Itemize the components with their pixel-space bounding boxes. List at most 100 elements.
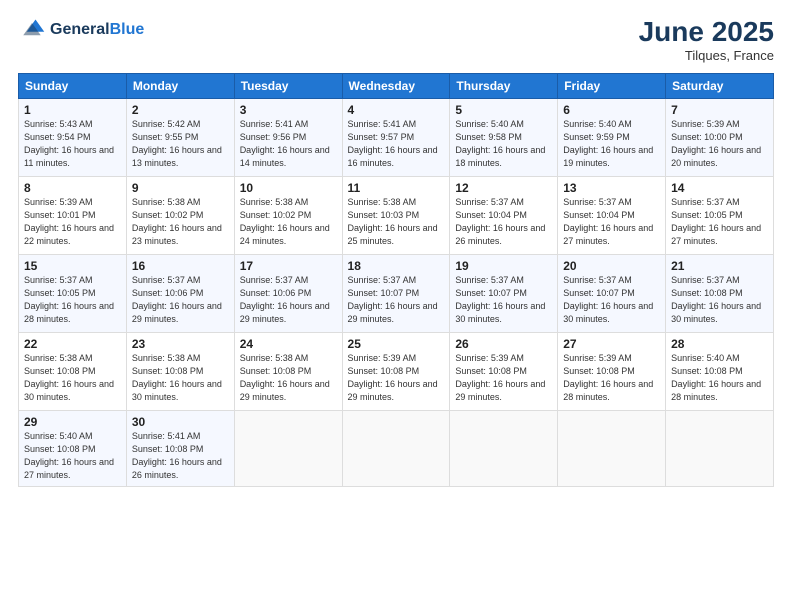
header: GeneralBlue June 2025 Tilques, France	[18, 16, 774, 63]
table-row: 15 Sunrise: 5:37 AMSunset: 10:05 PMDayli…	[19, 255, 127, 333]
logo-icon	[18, 16, 46, 44]
table-row: 25 Sunrise: 5:39 AMSunset: 10:08 PMDayli…	[342, 333, 450, 411]
day-number: 13	[563, 181, 660, 195]
day-number: 6	[563, 103, 660, 117]
table-row: 6 Sunrise: 5:40 AMSunset: 9:59 PMDayligh…	[558, 99, 666, 177]
table-row: 3 Sunrise: 5:41 AMSunset: 9:56 PMDayligh…	[234, 99, 342, 177]
month-title: June 2025	[639, 16, 774, 48]
day-number: 19	[455, 259, 552, 273]
table-row: 4 Sunrise: 5:41 AMSunset: 9:57 PMDayligh…	[342, 99, 450, 177]
table-row: 26 Sunrise: 5:39 AMSunset: 10:08 PMDayli…	[450, 333, 558, 411]
table-row	[558, 411, 666, 487]
table-row: 18 Sunrise: 5:37 AMSunset: 10:07 PMDayli…	[342, 255, 450, 333]
table-row: 13 Sunrise: 5:37 AMSunset: 10:04 PMDayli…	[558, 177, 666, 255]
col-monday: Monday	[126, 74, 234, 99]
day-number: 21	[671, 259, 768, 273]
day-info: Sunrise: 5:37 AMSunset: 10:05 PMDaylight…	[24, 275, 114, 324]
day-number: 20	[563, 259, 660, 273]
title-section: June 2025 Tilques, France	[639, 16, 774, 63]
day-info: Sunrise: 5:39 AMSunset: 10:08 PMDaylight…	[563, 353, 653, 402]
day-info: Sunrise: 5:40 AMSunset: 9:58 PMDaylight:…	[455, 119, 545, 168]
table-row: 11 Sunrise: 5:38 AMSunset: 10:03 PMDayli…	[342, 177, 450, 255]
day-number: 8	[24, 181, 121, 195]
day-number: 7	[671, 103, 768, 117]
day-number: 28	[671, 337, 768, 351]
day-number: 27	[563, 337, 660, 351]
day-number: 23	[132, 337, 229, 351]
col-tuesday: Tuesday	[234, 74, 342, 99]
day-info: Sunrise: 5:38 AMSunset: 10:02 PMDaylight…	[132, 197, 222, 246]
table-row	[450, 411, 558, 487]
day-number: 11	[348, 181, 445, 195]
day-info: Sunrise: 5:39 AMSunset: 10:08 PMDaylight…	[455, 353, 545, 402]
table-row: 24 Sunrise: 5:38 AMSunset: 10:08 PMDayli…	[234, 333, 342, 411]
day-info: Sunrise: 5:40 AMSunset: 10:08 PMDaylight…	[671, 353, 761, 402]
day-info: Sunrise: 5:38 AMSunset: 10:08 PMDaylight…	[240, 353, 330, 402]
day-info: Sunrise: 5:37 AMSunset: 10:04 PMDaylight…	[455, 197, 545, 246]
day-number: 5	[455, 103, 552, 117]
day-info: Sunrise: 5:41 AMSunset: 9:57 PMDaylight:…	[348, 119, 438, 168]
day-info: Sunrise: 5:37 AMSunset: 10:05 PMDaylight…	[671, 197, 761, 246]
day-info: Sunrise: 5:38 AMSunset: 10:03 PMDaylight…	[348, 197, 438, 246]
table-row: 23 Sunrise: 5:38 AMSunset: 10:08 PMDayli…	[126, 333, 234, 411]
calendar-row: 1 Sunrise: 5:43 AMSunset: 9:54 PMDayligh…	[19, 99, 774, 177]
page: GeneralBlue June 2025 Tilques, France Su…	[0, 0, 792, 612]
day-number: 26	[455, 337, 552, 351]
table-row: 9 Sunrise: 5:38 AMSunset: 10:02 PMDaylig…	[126, 177, 234, 255]
table-row: 17 Sunrise: 5:37 AMSunset: 10:06 PMDayli…	[234, 255, 342, 333]
calendar-row: 8 Sunrise: 5:39 AMSunset: 10:01 PMDaylig…	[19, 177, 774, 255]
table-row: 21 Sunrise: 5:37 AMSunset: 10:08 PMDayli…	[666, 255, 774, 333]
day-info: Sunrise: 5:37 AMSunset: 10:06 PMDaylight…	[240, 275, 330, 324]
logo: GeneralBlue	[18, 16, 144, 44]
table-row	[234, 411, 342, 487]
day-info: Sunrise: 5:41 AMSunset: 9:56 PMDaylight:…	[240, 119, 330, 168]
day-number: 10	[240, 181, 337, 195]
day-number: 18	[348, 259, 445, 273]
day-info: Sunrise: 5:39 AMSunset: 10:08 PMDaylight…	[348, 353, 438, 402]
day-number: 25	[348, 337, 445, 351]
day-info: Sunrise: 5:40 AMSunset: 9:59 PMDaylight:…	[563, 119, 653, 168]
day-number: 2	[132, 103, 229, 117]
day-info: Sunrise: 5:42 AMSunset: 9:55 PMDaylight:…	[132, 119, 222, 168]
day-number: 22	[24, 337, 121, 351]
day-info: Sunrise: 5:40 AMSunset: 10:08 PMDaylight…	[24, 431, 114, 480]
day-info: Sunrise: 5:39 AMSunset: 10:00 PMDaylight…	[671, 119, 761, 168]
day-number: 15	[24, 259, 121, 273]
day-number: 16	[132, 259, 229, 273]
day-number: 24	[240, 337, 337, 351]
day-info: Sunrise: 5:41 AMSunset: 10:08 PMDaylight…	[132, 431, 222, 480]
table-row: 10 Sunrise: 5:38 AMSunset: 10:02 PMDayli…	[234, 177, 342, 255]
calendar-header-row: Sunday Monday Tuesday Wednesday Thursday…	[19, 74, 774, 99]
table-row: 2 Sunrise: 5:42 AMSunset: 9:55 PMDayligh…	[126, 99, 234, 177]
location: Tilques, France	[639, 48, 774, 63]
day-number: 9	[132, 181, 229, 195]
table-row: 27 Sunrise: 5:39 AMSunset: 10:08 PMDayli…	[558, 333, 666, 411]
table-row: 14 Sunrise: 5:37 AMSunset: 10:05 PMDayli…	[666, 177, 774, 255]
day-number: 3	[240, 103, 337, 117]
day-info: Sunrise: 5:38 AMSunset: 10:02 PMDaylight…	[240, 197, 330, 246]
day-info: Sunrise: 5:43 AMSunset: 9:54 PMDaylight:…	[24, 119, 114, 168]
col-sunday: Sunday	[19, 74, 127, 99]
day-number: 14	[671, 181, 768, 195]
table-row: 30 Sunrise: 5:41 AMSunset: 10:08 PMDayli…	[126, 411, 234, 487]
day-info: Sunrise: 5:37 AMSunset: 10:08 PMDaylight…	[671, 275, 761, 324]
col-thursday: Thursday	[450, 74, 558, 99]
calendar-table: Sunday Monday Tuesday Wednesday Thursday…	[18, 73, 774, 487]
day-info: Sunrise: 5:37 AMSunset: 10:07 PMDaylight…	[563, 275, 653, 324]
day-info: Sunrise: 5:37 AMSunset: 10:07 PMDaylight…	[348, 275, 438, 324]
logo-text-general: GeneralBlue	[50, 21, 144, 39]
table-row: 29 Sunrise: 5:40 AMSunset: 10:08 PMDayli…	[19, 411, 127, 487]
table-row: 8 Sunrise: 5:39 AMSunset: 10:01 PMDaylig…	[19, 177, 127, 255]
day-number: 4	[348, 103, 445, 117]
day-number: 12	[455, 181, 552, 195]
day-info: Sunrise: 5:39 AMSunset: 10:01 PMDaylight…	[24, 197, 114, 246]
col-wednesday: Wednesday	[342, 74, 450, 99]
col-saturday: Saturday	[666, 74, 774, 99]
day-info: Sunrise: 5:38 AMSunset: 10:08 PMDaylight…	[24, 353, 114, 402]
day-number: 1	[24, 103, 121, 117]
table-row: 20 Sunrise: 5:37 AMSunset: 10:07 PMDayli…	[558, 255, 666, 333]
table-row: 1 Sunrise: 5:43 AMSunset: 9:54 PMDayligh…	[19, 99, 127, 177]
table-row: 19 Sunrise: 5:37 AMSunset: 10:07 PMDayli…	[450, 255, 558, 333]
table-row: 7 Sunrise: 5:39 AMSunset: 10:00 PMDaylig…	[666, 99, 774, 177]
calendar-row: 15 Sunrise: 5:37 AMSunset: 10:05 PMDayli…	[19, 255, 774, 333]
